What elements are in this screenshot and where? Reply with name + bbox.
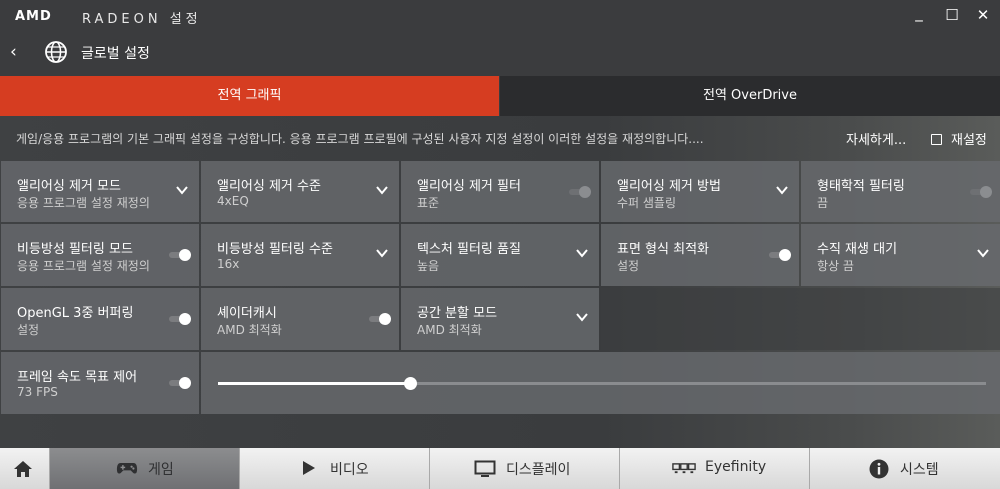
play-icon [303, 461, 315, 475]
toggle-switch[interactable] [169, 249, 191, 261]
setting-title: 공간 분할 모드 [417, 306, 498, 321]
frame-rate-target-setting[interactable]: 프레임 속도 목표 제어 73 FPS [1, 352, 199, 414]
chevron-down-icon[interactable] [575, 310, 589, 324]
setting-value: 16x [217, 257, 240, 271]
display-tab[interactable]: 디스플레이 [429, 448, 619, 489]
back-button[interactable]: ‹ [10, 42, 17, 62]
games-tab[interactable]: 게임 [49, 448, 239, 489]
tessellation-setting[interactable]: 공간 분할 모드 AMD 최적화 [401, 288, 599, 350]
chevron-down-icon[interactable] [575, 246, 589, 260]
setting-title: 앨리어싱 제거 필터 [417, 179, 521, 194]
setting-title: 텍스처 필터링 품질 [417, 242, 521, 257]
morphological-filter-setting[interactable]: 형태학적 필터링 끔 [801, 161, 1000, 222]
minimize-button[interactable]: _ [909, 4, 929, 22]
home-icon [14, 461, 32, 477]
app-title: RADEON 설정 [82, 12, 202, 27]
setting-title: 비등방성 필터링 수준 [217, 242, 333, 257]
setting-value: 높음 [417, 259, 440, 273]
chevron-down-icon[interactable] [175, 183, 189, 197]
description-bar: 게임/응용 프로그램의 기본 그래픽 설정을 구성합니다. 응용 프로그램 프로… [0, 116, 1000, 160]
setting-title: 앨리어싱 제거 모드 [17, 179, 121, 194]
reset-label: 재설정 [951, 133, 987, 148]
toggle-switch[interactable] [569, 186, 591, 198]
tab-global-overdrive[interactable]: 전역 OverDrive [500, 76, 1000, 116]
setting-value: 응용 프로그램 설정 재정의 [17, 196, 150, 210]
setting-value: 설정 [17, 323, 40, 337]
setting-title: 형태학적 필터링 [817, 179, 905, 194]
chevron-down-icon[interactable] [375, 246, 389, 260]
setting-value: 73 FPS [17, 385, 58, 399]
home-tab[interactable] [0, 448, 49, 489]
eyefinity-icon [672, 463, 696, 474]
games-tab-label: 게임 [148, 462, 174, 478]
reset-icon [931, 134, 942, 145]
setting-value: 설정 [617, 259, 640, 273]
monitor-icon [474, 460, 496, 477]
setting-title: 프레임 속도 목표 제어 [17, 370, 138, 385]
more-link[interactable]: 자세하게... [846, 129, 906, 148]
setting-value: 응용 프로그램 설정 재정의 [17, 259, 150, 273]
texture-quality-setting[interactable]: 텍스처 필터링 품질 높음 [401, 224, 599, 286]
aa-mode-setting[interactable]: 앨리어싱 제거 모드 응용 프로그램 설정 재정의 [1, 161, 199, 222]
tab-global-graphics[interactable]: 전역 그래픽 [0, 76, 499, 116]
slider-fill [218, 382, 410, 385]
setting-title: 표면 형식 최적화 [617, 242, 709, 257]
aniso-level-setting[interactable]: 비등방성 필터링 수준 16x [201, 224, 399, 286]
setting-title: OpenGL 3중 버퍼링 [17, 306, 134, 321]
toggle-switch[interactable] [369, 313, 391, 325]
aniso-mode-setting[interactable]: 비등방성 필터링 모드 응용 프로그램 설정 재정의 [1, 224, 199, 286]
aa-filter-setting[interactable]: 앨리어싱 제거 필터 표준 [401, 161, 599, 222]
page-title: 글로벌 설정 [81, 46, 150, 62]
setting-value: 끔 [817, 196, 829, 210]
triple-buffering-setting[interactable]: OpenGL 3중 버퍼링 설정 [1, 288, 199, 350]
frame-rate-slider[interactable] [218, 377, 986, 390]
vsync-setting[interactable]: 수직 재생 대기 항상 끔 [801, 224, 1000, 286]
setting-value: AMD 최적화 [417, 323, 482, 337]
slider-handle[interactable] [404, 377, 417, 390]
aa-level-setting[interactable]: 앨리어싱 제거 수준 4xEQ [201, 161, 399, 222]
toggle-switch[interactable] [769, 249, 791, 261]
setting-title: 앨리어싱 제거 수준 [217, 179, 321, 194]
reset-button[interactable]: 재설정 [931, 129, 987, 148]
surface-format-setting[interactable]: 표면 형식 최적화 설정 [601, 224, 799, 286]
description-text: 게임/응용 프로그램의 기본 그래픽 설정을 구성합니다. 응용 프로그램 프로… [16, 132, 704, 146]
close-button[interactable]: ✕ [973, 6, 993, 24]
eyefinity-tab[interactable]: Eyefinity [619, 448, 809, 489]
display-tab-label: 디스플레이 [506, 462, 571, 478]
video-tab-label: 비디오 [330, 462, 369, 478]
toggle-switch[interactable] [169, 377, 191, 389]
setting-value: 4xEQ [217, 194, 249, 208]
chevron-down-icon[interactable] [775, 183, 789, 197]
system-tab[interactable]: 시스템 [809, 448, 1000, 489]
empty-tile [601, 288, 1000, 350]
toggle-switch[interactable] [970, 186, 992, 198]
title-bar: AMD RADEON 설정 _ ☐ ✕ [0, 0, 1000, 32]
setting-title: 셰이더캐시 [217, 306, 277, 321]
system-tab-label: 시스템 [900, 462, 939, 478]
nav-bar: ‹ 글로벌 설정 [0, 32, 1000, 76]
globe-icon [45, 41, 67, 63]
setting-value: 항상 끔 [817, 259, 854, 273]
setting-value: 표준 [417, 196, 440, 210]
toggle-switch[interactable] [169, 313, 191, 325]
setting-value: 수퍼 샘플링 [617, 196, 677, 210]
setting-title: 비등방성 필터링 모드 [17, 242, 133, 257]
amd-logo: AMD [15, 9, 52, 24]
setting-value: AMD 최적화 [217, 323, 282, 337]
setting-title: 수직 재생 대기 [817, 242, 898, 257]
info-icon [869, 459, 889, 479]
shader-cache-setting[interactable]: 셰이더캐시 AMD 최적화 [201, 288, 399, 350]
setting-title: 앨리어싱 제거 방법 [617, 179, 721, 194]
chevron-down-icon[interactable] [375, 183, 389, 197]
maximize-button[interactable]: ☐ [942, 6, 962, 24]
bottom-nav: 게임 비디오 디스플레이 Eyefinity 시스템 [0, 448, 1000, 489]
eyefinity-tab-label: Eyefinity [705, 459, 767, 475]
gamepad-icon [116, 463, 138, 474]
aa-method-setting[interactable]: 앨리어싱 제거 방법 수퍼 샘플링 [601, 161, 799, 222]
video-tab[interactable]: 비디오 [239, 448, 429, 489]
chevron-down-icon[interactable] [976, 246, 990, 260]
